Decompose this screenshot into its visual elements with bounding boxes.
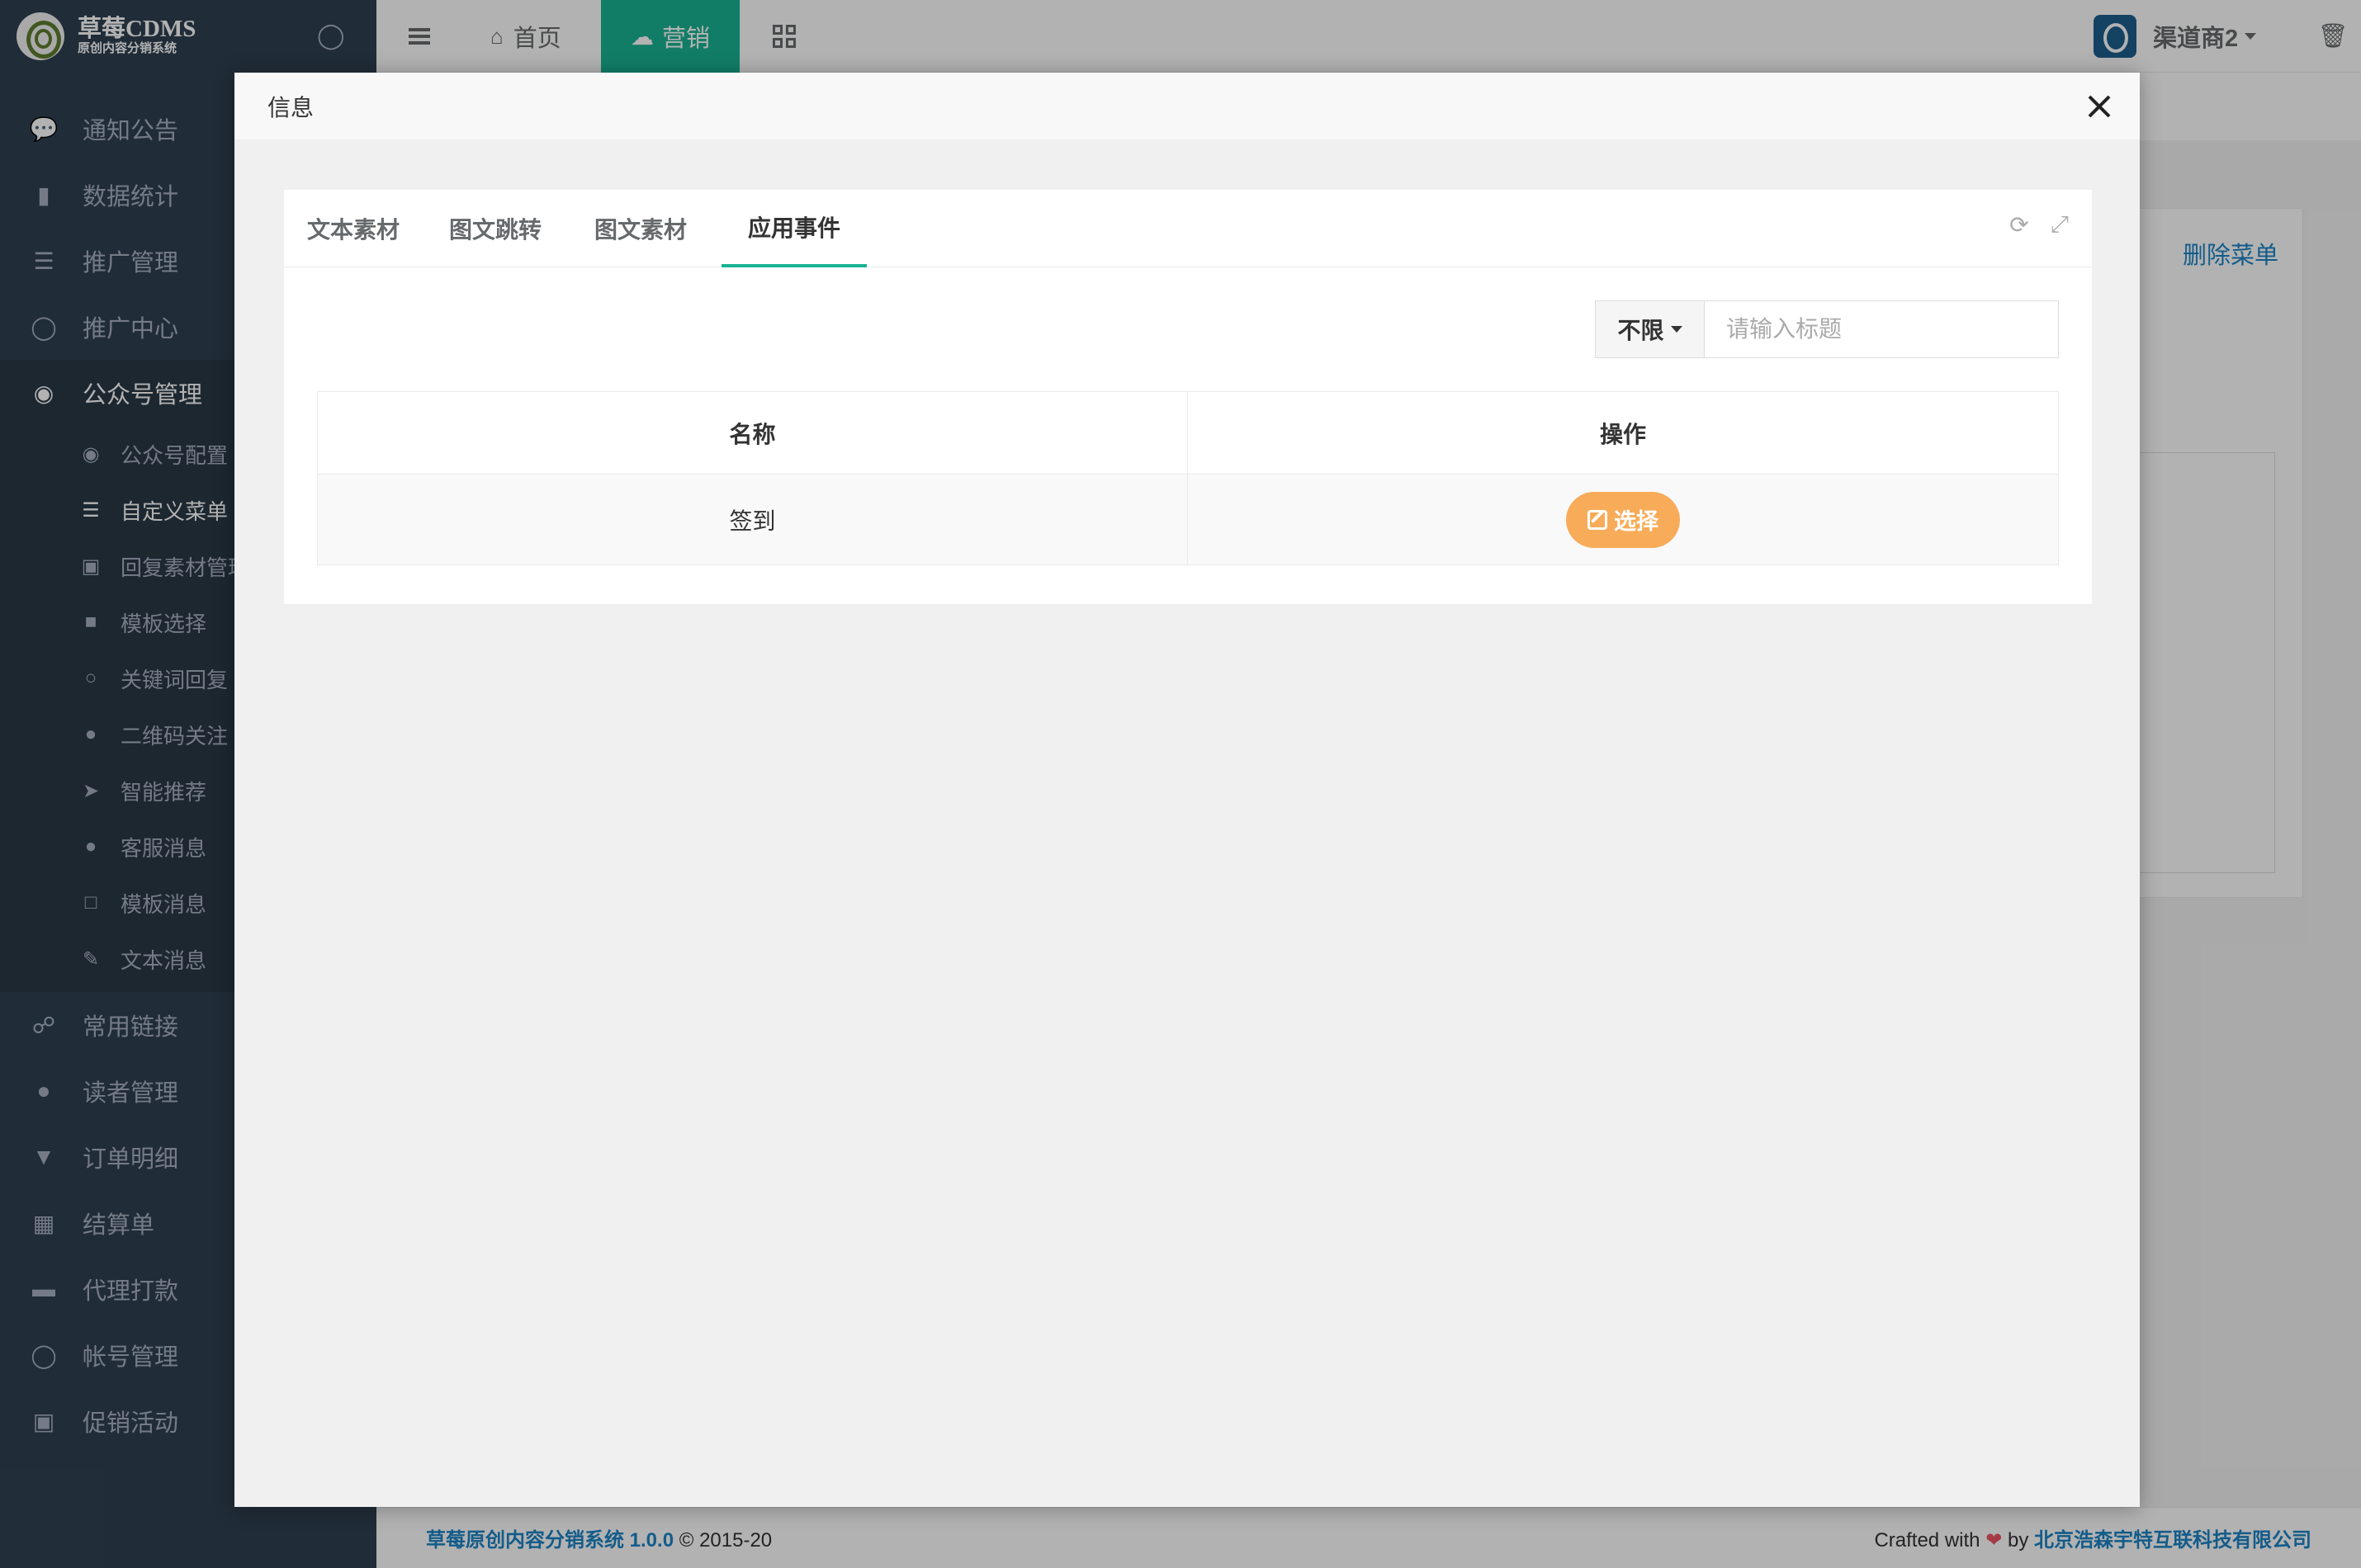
fullscreen-icon[interactable]: ⤢ <box>2051 211 2069 239</box>
tab-app-events[interactable]: 应用事件 <box>722 190 867 267</box>
column-header-action: 操作 <box>1187 391 2059 475</box>
tab-article-material[interactable]: 图文素材 <box>591 190 690 267</box>
search-input[interactable] <box>1704 300 2059 358</box>
filter-dropdown[interactable]: 不限 <box>1595 300 1704 358</box>
edit-icon <box>1587 509 1607 530</box>
tab-article-redirect[interactable]: 图文跳转 <box>446 190 545 267</box>
search-bar: 不限 <box>1595 300 2059 358</box>
close-icon[interactable] <box>2082 89 2117 124</box>
select-button-label: 选择 <box>1614 509 1658 534</box>
table-header-row: 名称 操作 <box>317 391 2059 475</box>
events-table: 名称 操作 签到 选择 <box>317 391 2059 565</box>
tab-text-material[interactable]: 文本素材 <box>299 190 408 267</box>
cell-name: 签到 <box>317 474 1188 565</box>
modal-title: 信息 <box>267 94 315 120</box>
info-modal: 信息 文本素材 图文跳转 图文素材 应用事件 ⟳ ⤢ 不限 名称 操作 <box>234 73 2140 1507</box>
table-row: 签到 选择 <box>317 474 2059 565</box>
caret-down-icon <box>1670 326 1682 333</box>
cell-action: 选择 <box>1187 474 2059 565</box>
modal-header: 信息 <box>234 73 2140 140</box>
select-button[interactable]: 选择 <box>1566 491 1680 548</box>
tab-bar: 文本素材 图文跳转 图文素材 应用事件 ⟳ ⤢ <box>284 190 2092 267</box>
filter-dropdown-label: 不限 <box>1617 318 1664 343</box>
column-header-name: 名称 <box>317 391 1188 475</box>
refresh-icon[interactable]: ⟳ <box>2009 211 2028 239</box>
material-panel: 文本素材 图文跳转 图文素材 应用事件 ⟳ ⤢ 不限 名称 操作 <box>284 190 2092 604</box>
